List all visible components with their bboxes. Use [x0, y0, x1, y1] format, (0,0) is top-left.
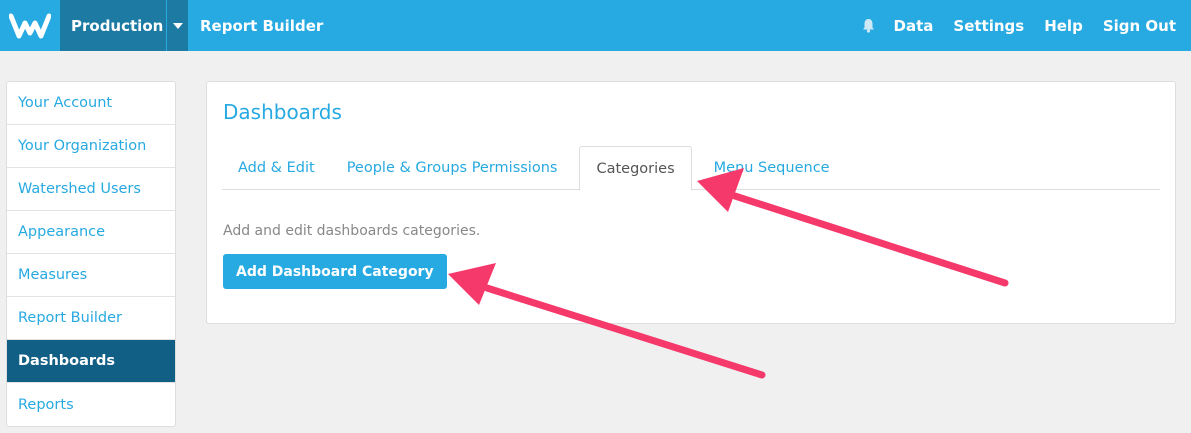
nav-settings[interactable]: Settings [953, 17, 1024, 35]
tab-add-edit[interactable]: Add & Edit [222, 146, 331, 190]
environment-selector[interactable]: Production [60, 0, 166, 51]
sidebar-item-your-organization[interactable]: Your Organization [7, 125, 175, 168]
bell-icon[interactable] [862, 18, 875, 33]
nav-help[interactable]: Help [1044, 17, 1083, 35]
tab-people-groups-permissions[interactable]: People & Groups Permissions [331, 146, 574, 190]
page-section-title[interactable]: Report Builder [200, 17, 323, 35]
tab-categories[interactable]: Categories [579, 146, 692, 191]
add-dashboard-category-button[interactable]: Add Dashboard Category [223, 254, 447, 289]
page-title: Dashboards [223, 100, 342, 124]
tab-description: Add and edit dashboards categories. [223, 223, 481, 239]
nav-sign-out[interactable]: Sign Out [1103, 17, 1176, 35]
sidebar-item-appearance[interactable]: Appearance [7, 211, 175, 254]
nav-data[interactable]: Data [894, 17, 934, 35]
sidebar-item-dashboards[interactable]: Dashboards [7, 340, 175, 383]
tab-bar: Add & Edit People & Groups Permissions C… [222, 146, 1160, 191]
chevron-down-icon[interactable] [167, 0, 188, 51]
watershed-logo[interactable] [0, 0, 60, 51]
sidebar-item-watershed-users[interactable]: Watershed Users [7, 168, 175, 211]
tab-menu-sequence[interactable]: Menu Sequence [698, 146, 846, 190]
header-nav: Data Settings Help Sign Out [862, 0, 1191, 51]
logo-icon [9, 13, 51, 38]
settings-sidebar: Your Account Your Organization Watershed… [6, 81, 176, 427]
dashboards-panel: Dashboards Add & Edit People & Groups Pe… [206, 81, 1176, 324]
sidebar-item-measures[interactable]: Measures [7, 254, 175, 297]
sidebar-item-your-account[interactable]: Your Account [7, 82, 175, 125]
sidebar-item-reports[interactable]: Reports [7, 383, 175, 426]
sidebar-item-report-builder[interactable]: Report Builder [7, 297, 175, 340]
top-bar: Production Report Builder Data Settings … [0, 0, 1191, 51]
